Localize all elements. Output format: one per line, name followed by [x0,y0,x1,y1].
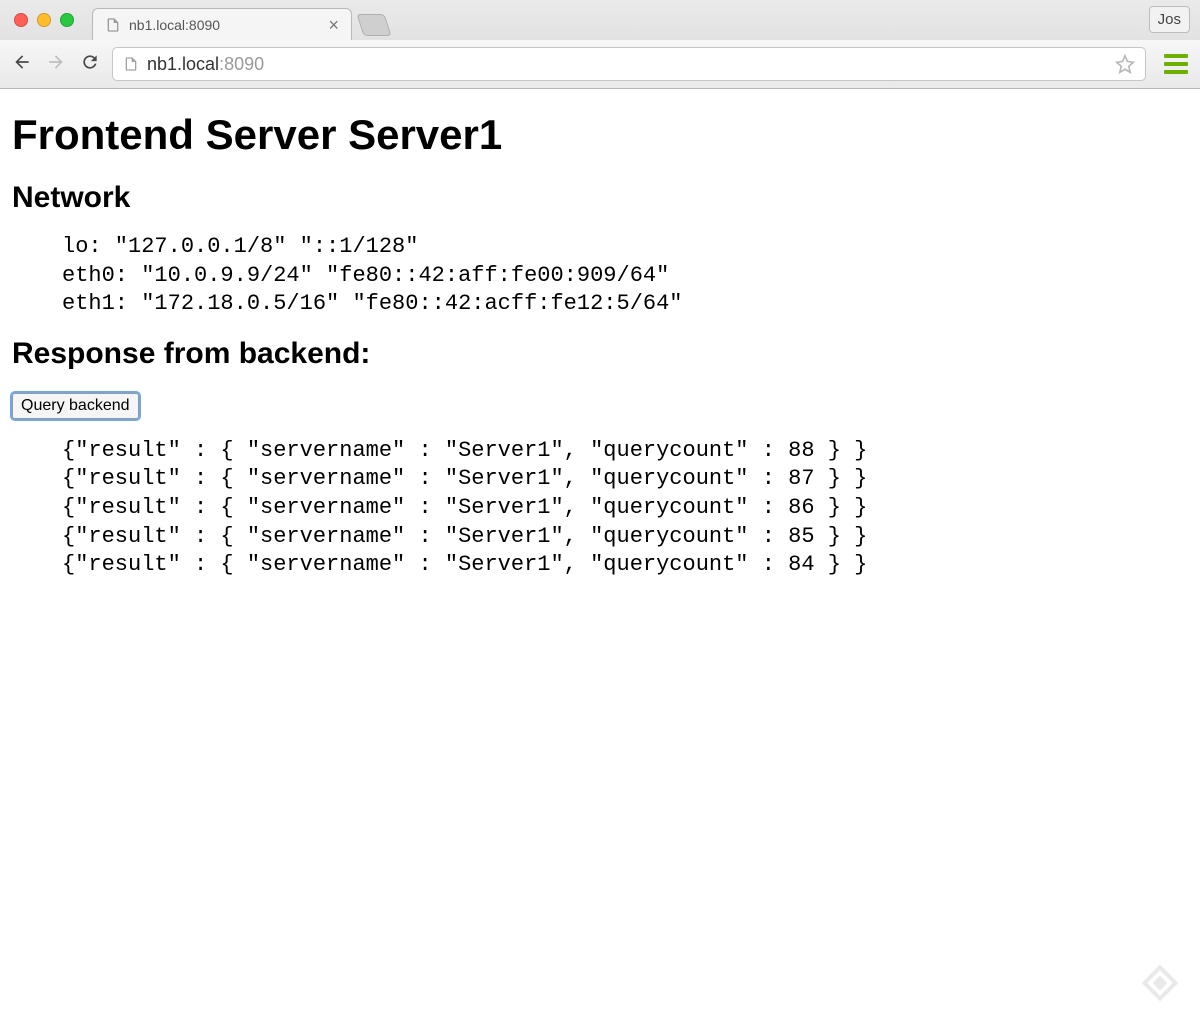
tab-strip: nb1.local:8090 × [92,0,388,40]
minimize-window-button[interactable] [37,13,51,27]
url-text: nb1.local:8090 [147,54,264,75]
reload-button[interactable] [80,52,100,77]
browser-chrome: nb1.local:8090 × Jos nb1.local:8090 [0,0,1200,89]
response-pre: {"result" : { "servername" : "Server1", … [62,437,1188,580]
menu-button[interactable] [1164,52,1188,76]
back-button[interactable] [12,52,32,77]
window-controls [14,13,74,27]
browser-tab[interactable]: nb1.local:8090 × [92,8,352,40]
network-pre: lo: "127.0.0.1/8" "::1/128" eth0: "10.0.… [62,233,1188,319]
page-content: Frontend Server Server1 Network lo: "127… [0,89,1200,604]
response-heading: Response from backend: [12,337,1188,371]
query-backend-button[interactable]: Query backend [12,393,139,419]
nav-icons [12,52,100,77]
page-icon [105,17,121,33]
titlebar: nb1.local:8090 × Jos [0,0,1200,40]
forward-button[interactable] [46,52,66,77]
toolbar: nb1.local:8090 [0,40,1200,88]
site-icon [123,56,139,72]
tab-title: nb1.local:8090 [129,17,320,33]
network-heading: Network [12,181,1188,215]
new-tab-button[interactable] [356,14,391,36]
bookmark-star-icon[interactable] [1115,54,1135,74]
profile-button[interactable]: Jos [1149,6,1190,33]
address-bar[interactable]: nb1.local:8090 [112,47,1146,81]
close-tab-icon[interactable]: × [328,16,339,34]
hamburger-icon [1164,54,1188,58]
close-window-button[interactable] [14,13,28,27]
maximize-window-button[interactable] [60,13,74,27]
watermark-icon [1138,961,1182,1005]
page-title: Frontend Server Server1 [12,111,1188,159]
